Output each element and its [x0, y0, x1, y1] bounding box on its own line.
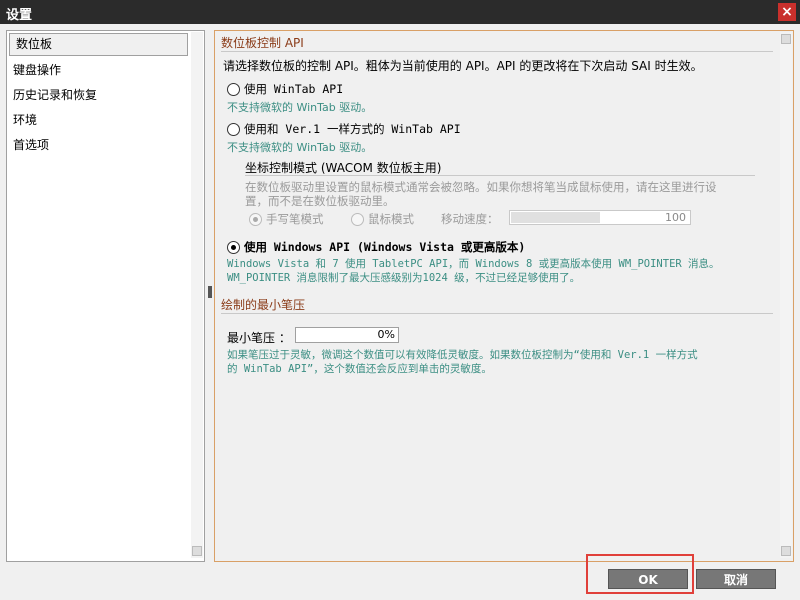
- option-windows-api-note-2: WM_POINTER 消息限制了最大压感级别为1024 级，不过已经足够使用了。: [227, 272, 581, 284]
- coord-mode-desc-2: 置，而不是在数位板驱动里。: [245, 194, 395, 208]
- pen-mode-option[interactable]: 手写笔模式: [249, 211, 324, 227]
- option-wintab[interactable]: 使用 WinTab API: [227, 81, 343, 97]
- move-speed-label: 移动速度：: [441, 212, 499, 226]
- splitter-handle[interactable]: [208, 286, 212, 298]
- min-pressure-label: 最小笔压 ：: [227, 331, 291, 345]
- mouse-mode-option[interactable]: 鼠标模式: [351, 211, 414, 227]
- title-bar: 设置 ×: [0, 0, 800, 24]
- option-wintab-label: 使用 WinTab API: [244, 82, 344, 96]
- coord-mode-divider: [245, 175, 755, 176]
- settings-sidebar: 数位板 键盘操作 历史记录和恢复 环境 首选项: [6, 30, 205, 562]
- min-pressure-input[interactable]: 0%: [295, 327, 399, 343]
- min-pressure-note-1: 如果笔压过于灵敏，微调这个数值可以有效降低灵敏度。如果数位板控制为“使用和 Ve…: [227, 349, 698, 361]
- scroll-down-arrow[interactable]: [781, 546, 791, 556]
- option-windows-api[interactable]: 使用 Windows API (Windows Vista 或更高版本): [227, 239, 525, 255]
- radio-mouse-mode[interactable]: [351, 213, 364, 226]
- ok-button[interactable]: OK: [608, 569, 688, 589]
- scroll-up-arrow[interactable]: [781, 34, 791, 44]
- sidebar-item-environment[interactable]: 环境: [7, 108, 204, 133]
- move-speed-fill: [511, 212, 600, 223]
- min-pressure-heading: 绘制的最小笔压: [221, 297, 773, 314]
- sidebar-item-history[interactable]: 历史记录和恢复: [7, 83, 204, 108]
- option-windows-api-label: 使用 Windows API (Windows Vista 或更高版本): [244, 240, 526, 254]
- option-wintab-note: 不支持微软的 WinTab 驱动。: [227, 101, 373, 114]
- min-pressure-note-2: 的 WinTab API”，这个数值还会反应到单击的灵敏度。: [227, 363, 492, 375]
- cancel-button[interactable]: 取消: [696, 569, 776, 589]
- dialog-body: 数位板 键盘操作 历史记录和恢复 环境 首选项 数位板控制 API 请选择数位板…: [0, 24, 800, 600]
- sidebar-item-preferences[interactable]: 首选项: [7, 133, 204, 158]
- tablet-api-heading: 数位板控制 API: [221, 35, 773, 52]
- move-speed-slider[interactable]: 100: [509, 210, 691, 225]
- sidebar-scrollbar[interactable]: [191, 32, 203, 558]
- move-speed-value: 100: [665, 211, 686, 224]
- window-title: 设置: [6, 8, 33, 23]
- radio-windows-api[interactable]: [227, 241, 240, 254]
- sidebar-item-tablet[interactable]: 数位板: [9, 33, 188, 56]
- close-icon[interactable]: ×: [778, 3, 796, 21]
- option-wintab-v1[interactable]: 使用和 Ver.1 一样方式的 WinTab API: [227, 121, 461, 137]
- option-wintab-v1-label: 使用和 Ver.1 一样方式的 WinTab API: [244, 122, 461, 136]
- radio-wintab[interactable]: [227, 83, 240, 96]
- option-wintab-v1-note: 不支持微软的 WinTab 驱动。: [227, 141, 373, 154]
- content-scrollbar[interactable]: [780, 32, 792, 558]
- sidebar-item-keyboard[interactable]: 键盘操作: [7, 58, 204, 83]
- coord-mode-title: 坐标控制模式 (WACOM 数位板主用): [245, 161, 442, 175]
- option-windows-api-note-1: Windows Vista 和 7 使用 TabletPC API，而 Wind…: [227, 258, 720, 270]
- radio-pen-mode[interactable]: [249, 213, 262, 226]
- settings-content: 数位板控制 API 请选择数位板的控制 API。粗体为当前使用的 API。API…: [214, 30, 794, 562]
- pen-mode-label: 手写笔模式: [266, 212, 324, 226]
- radio-wintab-v1[interactable]: [227, 123, 240, 136]
- tablet-api-description: 请选择数位板的控制 API。粗体为当前使用的 API。API 的更改将在下次启动…: [223, 59, 703, 73]
- mouse-mode-label: 鼠标模式: [368, 212, 414, 226]
- sidebar-scroll-arrow[interactable]: [192, 546, 202, 556]
